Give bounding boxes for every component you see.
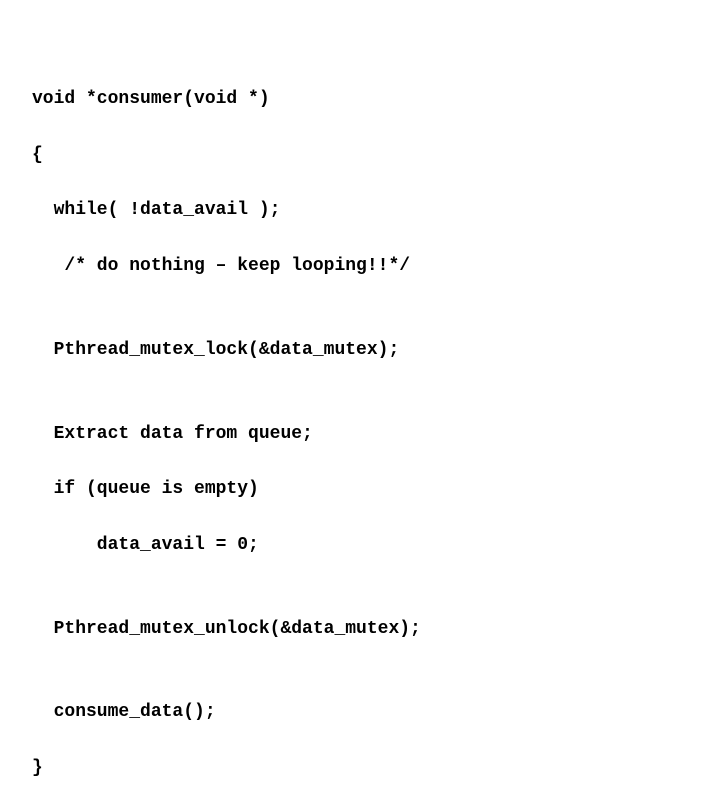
code-line: Pthread_mutex_lock(&data_mutex); xyxy=(32,337,720,365)
code-line: /* do nothing – keep looping!!*/ xyxy=(32,253,720,281)
code-line: } xyxy=(32,755,720,783)
code-line: { xyxy=(32,142,720,170)
code-line: data_avail = 0; xyxy=(32,532,720,560)
code-line: Extract data from queue; xyxy=(32,421,720,449)
code-line: void *consumer(void *) xyxy=(32,86,720,114)
code-line: consume_data(); xyxy=(32,699,720,727)
code-line: if (queue is empty) xyxy=(32,476,720,504)
code-line: while( !data_avail ); xyxy=(32,197,720,225)
code-block: void *consumer(void *) { while( !data_av… xyxy=(0,0,720,811)
code-line: Pthread_mutex_unlock(&data_mutex); xyxy=(32,616,720,644)
